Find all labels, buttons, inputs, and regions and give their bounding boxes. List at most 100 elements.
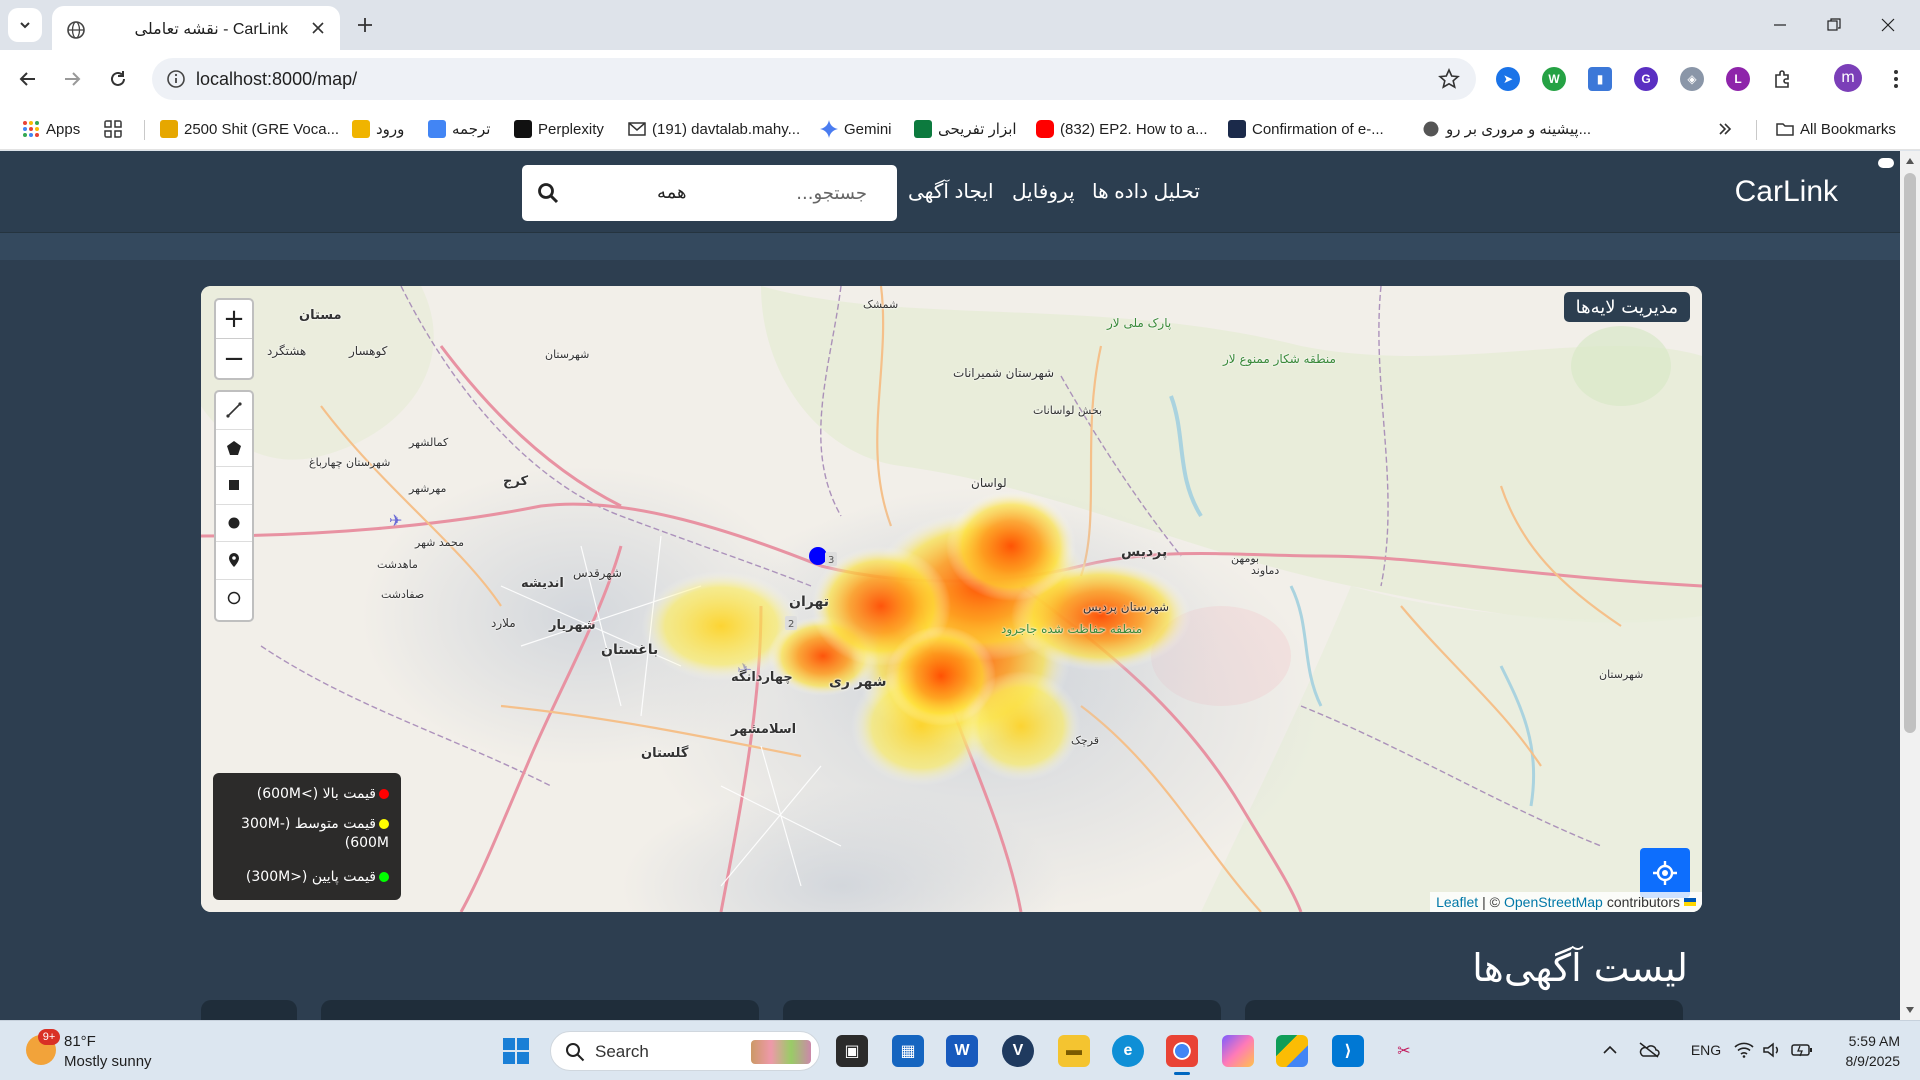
grammar-extension-icon[interactable]: G: [1634, 67, 1658, 91]
address-bar[interactable]: localhost:8000/map/: [152, 58, 1476, 100]
draw-rectangle-button[interactable]: [216, 467, 252, 505]
windows-taskbar: 9+ 81°F Mostly sunny Search ▣ ▦ W V ▬ e …: [0, 1020, 1920, 1080]
send-extension-icon[interactable]: ➤: [1496, 67, 1520, 91]
selected-location-marker[interactable]: [809, 547, 827, 565]
theme-toggle[interactable]: [1878, 158, 1894, 168]
draw-polyline-button[interactable]: [216, 392, 252, 430]
windows-start-icon[interactable]: [502, 1037, 530, 1065]
leaflet-link[interactable]: Leaflet: [1436, 894, 1478, 910]
onedrive-off-icon[interactable]: [1636, 1039, 1662, 1061]
scroll-down-icon[interactable]: [1904, 1004, 1916, 1016]
chrome-icon[interactable]: [1166, 1035, 1198, 1075]
zoom-in-button[interactable]: +: [216, 300, 252, 339]
nav-analytics-link[interactable]: تحلیل داده ها: [1092, 179, 1200, 204]
grid-icon: [104, 120, 122, 138]
draw-circlemarker-button[interactable]: [216, 580, 252, 618]
search-input[interactable]: [757, 179, 867, 207]
vpn-app-icon[interactable]: V: [1002, 1035, 1034, 1067]
back-button[interactable]: [12, 63, 44, 95]
bookmark-perplexity[interactable]: Perplexity: [514, 116, 604, 142]
layer-manager-button[interactable]: مدیریت لایه‌ها: [1563, 292, 1690, 322]
bookmark-login[interactable]: ورود: [352, 116, 404, 142]
site-brand[interactable]: CarLink: [1735, 175, 1838, 209]
page-scrollbar[interactable]: [1900, 151, 1920, 1020]
whatsapp-extension-icon[interactable]: W: [1542, 67, 1566, 91]
copilot-icon[interactable]: [1222, 1035, 1254, 1067]
map-tiles[interactable]: ✈ ✈ 3 2: [201, 286, 1702, 912]
browser-menu-button[interactable]: [1880, 63, 1912, 95]
bookmark-literature-review[interactable]: پیشینه و مروری بر رو...: [1422, 116, 1591, 142]
bookmark-apps[interactable]: Apps: [22, 116, 80, 142]
bookmark-fun-tools[interactable]: ابزار تفریحی: [914, 116, 1017, 142]
bookmark-star-icon[interactable]: [1438, 68, 1460, 90]
map-place-label: منطقه حفاظت شده جاجرود: [1001, 622, 1143, 636]
wifi-icon[interactable]: [1732, 1039, 1756, 1061]
restore-window-button[interactable]: [1814, 10, 1854, 40]
weather-condition[interactable]: Mostly sunny: [64, 1053, 152, 1070]
bookmark-gmail[interactable]: (191) davtalab.mahy...: [628, 116, 800, 142]
minimize-window-button[interactable]: [1760, 10, 1800, 40]
bookmark-youtube[interactable]: (832) EP2. How to a...: [1036, 116, 1208, 142]
bookmark-gre-vocab[interactable]: 2500 Shit (GRE Voca...: [160, 116, 339, 142]
scroll-up-icon[interactable]: [1904, 155, 1916, 167]
show-hidden-icons-chevron-icon[interactable]: [1600, 1039, 1620, 1061]
forward-button[interactable]: [56, 63, 88, 95]
search-category-select[interactable]: همه: [657, 182, 687, 203]
nav-create-ad-link[interactable]: ایجاد آگهی: [908, 179, 994, 204]
profile-avatar[interactable]: m: [1834, 64, 1862, 92]
shield-extension-icon[interactable]: ◈: [1680, 67, 1704, 91]
reload-button[interactable]: [102, 63, 134, 95]
vscode-icon[interactable]: ⟩: [1332, 1035, 1364, 1067]
scrollbar-thumb[interactable]: [1904, 173, 1916, 733]
taskbar-search[interactable]: Search: [550, 1031, 820, 1071]
locate-me-button[interactable]: [1640, 848, 1690, 898]
snipping-tool-icon[interactable]: ✂: [1388, 1035, 1420, 1067]
draw-polygon-button[interactable]: [216, 430, 252, 467]
more-bookmarks-button[interactable]: [1718, 116, 1732, 142]
battery-icon[interactable]: [1790, 1039, 1814, 1061]
legend-low: قیمت پایین (<300M): [229, 868, 389, 887]
analytics-extension-icon[interactable]: ▮: [1588, 67, 1612, 91]
close-window-button[interactable]: [1868, 10, 1908, 40]
osm-link[interactable]: OpenStreetMap: [1504, 894, 1603, 910]
browser-tab-active[interactable]: CarLink - نقشه تعاملی: [52, 6, 340, 50]
draw-circle-button[interactable]: [216, 505, 252, 542]
file-explorer-icon[interactable]: ▬: [1058, 1035, 1090, 1067]
nav-profile-link[interactable]: پروفایل: [1012, 179, 1075, 204]
google-drive-icon[interactable]: [1276, 1035, 1308, 1067]
interactive-map[interactable]: ✈ ✈ 3 2: [201, 286, 1702, 912]
system-clock[interactable]: 5:59 AM 8/9/2025: [1836, 1031, 1901, 1071]
all-bookmarks-button[interactable]: All Bookmarks: [1776, 116, 1896, 142]
tab-search-button[interactable]: [8, 8, 42, 42]
edge-icon[interactable]: e: [1112, 1035, 1144, 1067]
draw-marker-button[interactable]: [216, 542, 252, 580]
extensions-puzzle-icon[interactable]: [1770, 67, 1794, 91]
task-view-icon[interactable]: ▣: [836, 1035, 868, 1067]
listing-card[interactable]: [1245, 1000, 1683, 1020]
bookmark-translate[interactable]: ترجمه: [428, 116, 490, 142]
fun-tools-favicon-icon: [914, 120, 932, 138]
language-indicator[interactable]: ENG: [1686, 1039, 1726, 1061]
bookmark-gemini[interactable]: Gemini: [820, 116, 892, 142]
listing-card[interactable]: [321, 1000, 759, 1020]
new-tab-button[interactable]: [352, 12, 378, 38]
tab-groups-button[interactable]: [104, 116, 122, 142]
lr-extension-icon[interactable]: L: [1726, 67, 1750, 91]
map-place-label: ماهدشت: [377, 558, 418, 571]
site-info-icon[interactable]: [166, 69, 186, 89]
arrow-right-icon: [65, 72, 81, 86]
translate-favicon-icon: [428, 120, 446, 138]
volume-icon[interactable]: [1760, 1039, 1784, 1061]
price-legend: قیمت بالا (>600M) قیمت متوسط (300M-600M)…: [213, 773, 401, 900]
microsoft-store-icon[interactable]: ▦: [892, 1035, 924, 1067]
zoom-out-button[interactable]: −: [216, 339, 252, 378]
listing-card[interactable]: [201, 1000, 297, 1020]
listing-card[interactable]: [783, 1000, 1221, 1020]
word-icon[interactable]: W: [946, 1035, 978, 1067]
map-place-label: بخش لواسانات: [1033, 404, 1103, 417]
weather-temperature[interactable]: 81°F: [64, 1033, 96, 1050]
bookmark-confirmation[interactable]: Confirmation of e-...: [1228, 116, 1384, 142]
search-icon[interactable]: [536, 181, 560, 205]
close-tab-icon[interactable]: [308, 18, 328, 38]
url-text[interactable]: localhost:8000/map/: [196, 69, 357, 90]
